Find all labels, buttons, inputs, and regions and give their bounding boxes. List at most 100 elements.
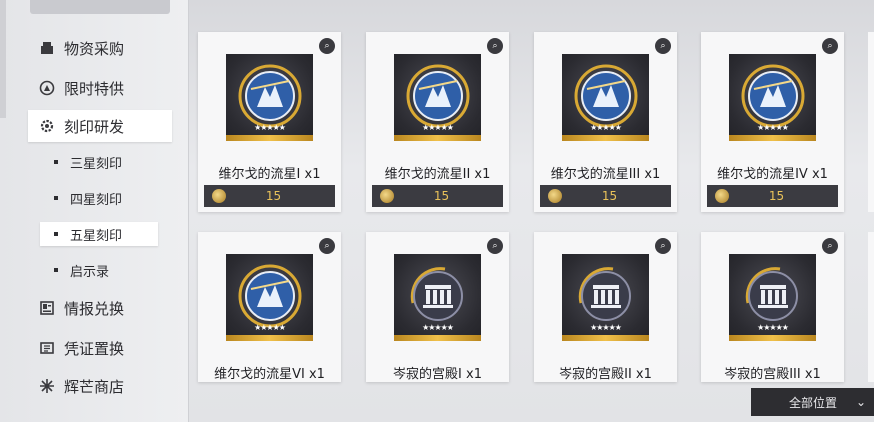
meteor-emblem-icon [238, 264, 302, 328]
item-thumbnail: ★★★★★ [729, 254, 816, 341]
item-name: 维尔戈的流星I x1 [218, 167, 321, 182]
rarity-bar [729, 135, 816, 141]
meteor-emblem-icon [238, 64, 302, 128]
sidebar-item-voucher[interactable]: 凭证置换 [28, 332, 172, 364]
item-name: 维尔戈的流星III x1 [550, 167, 661, 182]
voucher-icon [38, 339, 56, 357]
shop-item-card[interactable]: ⌕ ★★★★★ 维尔戈的流星II x1 15 [366, 32, 509, 212]
sidebar-item-label: 凭证置换 [64, 339, 125, 358]
sidebar-item-radiance[interactable]: 辉芒商店 [28, 370, 172, 402]
magnify-icon[interactable]: ⌕ [319, 238, 335, 254]
coin-icon [212, 189, 226, 203]
price-value: 15 [265, 189, 282, 203]
sidebar-item-supply[interactable]: 物资采购 [28, 32, 172, 64]
supply-crate-icon [38, 39, 56, 57]
star-rating: ★★★★★ [757, 123, 789, 132]
star-rating: ★★★★★ [254, 323, 286, 332]
palace-emblem-icon [578, 267, 631, 321]
magnify-icon[interactable]: ⌕ [487, 38, 503, 54]
palace-emblem-icon [745, 267, 798, 321]
magnify-icon[interactable]: ⌕ [822, 38, 838, 54]
sidebar-subitem-label: 启示录 [70, 264, 110, 280]
item-name: 岑寂的宫殿II x1 [559, 367, 652, 382]
rarity-bar [226, 135, 313, 141]
shop-item-card[interactable]: ⌕ ★★★★★ 岑寂的宫殿II x1 [534, 232, 677, 382]
coin-icon [715, 189, 729, 203]
magnify-icon[interactable]: ⌕ [487, 238, 503, 254]
intel-card-icon [38, 299, 56, 317]
sidebar-subitem-label: 三星刻印 [70, 156, 123, 172]
shop-item-card[interactable]: ⌕ ★★★★★ 维尔戈的流星III x1 15 [534, 32, 677, 212]
limited-offer-icon [38, 79, 56, 97]
sidebar-item-limited[interactable]: 限时特供 [28, 72, 172, 104]
star-rating: ★★★★★ [757, 323, 789, 332]
meteor-emblem-icon [741, 64, 805, 128]
imprint-gear-icon [38, 117, 56, 135]
sidebar-top-tab [30, 0, 170, 14]
sidebar-item-label: 物资采购 [64, 39, 125, 58]
position-filter-dropdown[interactable]: 全部位置 ⌄ [751, 388, 874, 416]
rarity-bar [394, 335, 481, 341]
shop-item-card[interactable]: ⌕ ★★★★★ 岑寂的宫殿I x1 [366, 232, 509, 382]
price-tag: 15 [707, 185, 838, 207]
sidebar-subitem-4star[interactable]: 四星刻印 [40, 186, 158, 210]
magnify-icon[interactable]: ⌕ [822, 238, 838, 254]
radiance-shop-icon [38, 377, 56, 395]
item-thumbnail: ★★★★★ [226, 254, 313, 341]
price-tag: 15 [204, 185, 335, 207]
sidebar-edge [0, 0, 6, 118]
price-value: 15 [768, 189, 785, 203]
star-rating: ★★★★★ [254, 123, 286, 132]
bullet-icon [54, 160, 58, 164]
bullet-icon [54, 232, 58, 236]
price-tag: 15 [540, 185, 671, 207]
rarity-bar [562, 135, 649, 141]
filter-label: 全部位置 [789, 395, 838, 410]
item-name: 维尔戈的流星IV x1 [717, 167, 828, 182]
magnify-icon[interactable]: ⌕ [655, 238, 671, 254]
shop-item-card[interactable]: ⌕ ★★★★★ 维尔戈的流星VI x1 [198, 232, 341, 382]
meteor-emblem-icon [406, 64, 470, 128]
item-name: 维尔戈的流星II x1 [384, 167, 491, 182]
sidebar-item-imprint[interactable]: 刻印研发 [28, 110, 172, 142]
chevron-down-icon: ⌄ [855, 395, 866, 409]
sidebar-subitem-5star[interactable]: 五星刻印 [40, 222, 158, 246]
star-rating: ★★★★★ [422, 123, 454, 132]
item-thumbnail: ★★★★★ [394, 254, 481, 341]
rarity-bar [562, 335, 649, 341]
palace-emblem-icon [410, 267, 463, 321]
meteor-emblem-icon [574, 64, 638, 128]
rarity-bar [729, 335, 816, 341]
sidebar: 物资采购 限时特供 刻印研发 三星刻印 四星刻印 五星刻印 启示录 情报兑换 凭… [0, 0, 189, 422]
price-value: 15 [601, 189, 618, 203]
sidebar-item-label: 辉芒商店 [64, 377, 125, 396]
item-thumbnail: ★★★★★ [394, 54, 481, 141]
item-thumbnail: ★★★★★ [562, 254, 649, 341]
magnify-icon[interactable]: ⌕ [319, 38, 335, 54]
bullet-icon [54, 196, 58, 200]
star-rating: ★★★★★ [422, 323, 454, 332]
item-thumbnail: ★★★★★ [729, 54, 816, 141]
sidebar-item-intel[interactable]: 情报兑换 [28, 292, 172, 324]
sidebar-subitem-label: 五星刻印 [70, 228, 123, 244]
sidebar-subitem-label: 四星刻印 [70, 192, 123, 208]
item-thumbnail: ★★★★★ [562, 54, 649, 141]
rarity-bar [394, 135, 481, 141]
bullet-icon [54, 268, 58, 272]
shop-item-card[interactable]: ⌕ ★★★★★ 岑寂的宫殿III x1 [701, 232, 844, 382]
shop-item-card-partial[interactable] [868, 232, 874, 382]
item-name: 维尔戈的流星VI x1 [214, 367, 325, 382]
sidebar-subitem-3star[interactable]: 三星刻印 [40, 150, 158, 174]
star-rating: ★★★★★ [590, 323, 622, 332]
item-thumbnail: ★★★★★ [226, 54, 313, 141]
item-name: 岑寂的宫殿I x1 [393, 367, 482, 382]
sidebar-subitem-apocalypse[interactable]: 启示录 [40, 258, 158, 282]
shop-item-card[interactable]: ⌕ ★★★★★ 维尔戈的流星I x1 15 [198, 32, 341, 212]
rarity-bar [226, 335, 313, 341]
sidebar-item-label: 刻印研发 [64, 117, 125, 136]
shop-item-card-partial[interactable] [868, 32, 874, 212]
sidebar-item-label: 情报兑换 [64, 299, 125, 318]
coin-icon [548, 189, 562, 203]
shop-item-card[interactable]: ⌕ ★★★★★ 维尔戈的流星IV x1 15 [701, 32, 844, 212]
magnify-icon[interactable]: ⌕ [655, 38, 671, 54]
